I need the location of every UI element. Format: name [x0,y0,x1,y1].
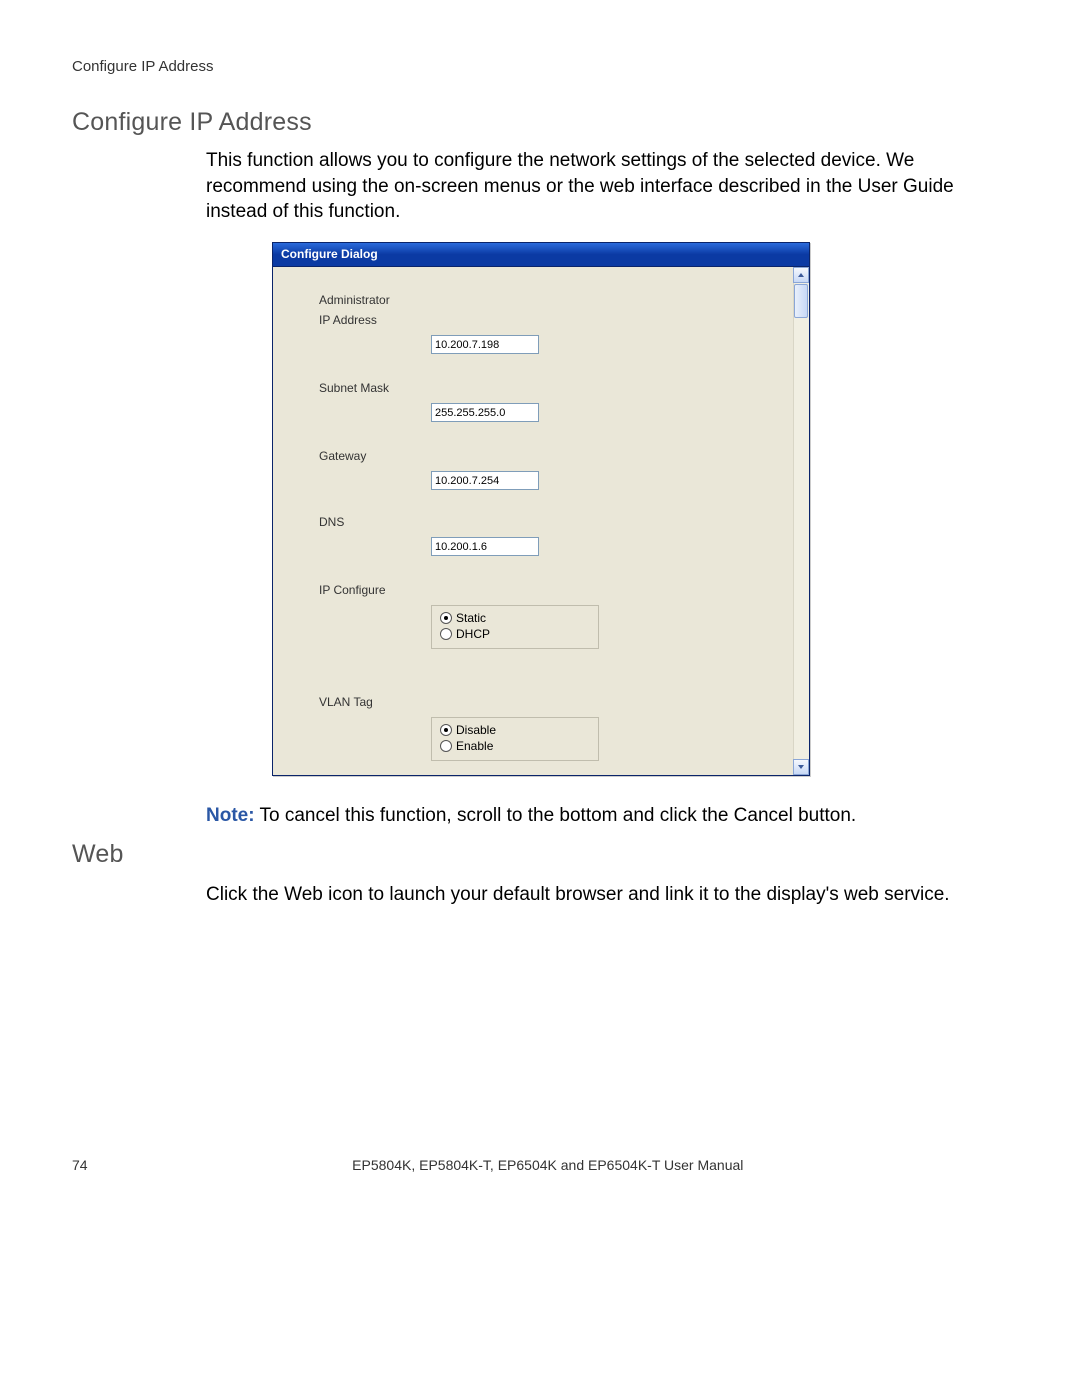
page-number: 74 [72,1157,88,1173]
input-dns[interactable] [431,537,539,556]
radio-dot-icon [440,612,452,624]
page-header-breadcrumb: Configure IP Address [72,58,213,75]
dialog-scrollbar[interactable] [793,267,809,775]
label-subnet-mask: Subnet Mask [319,381,389,395]
input-gateway[interactable] [431,471,539,490]
section-title-web: Web [72,840,124,869]
chevron-up-icon [797,271,805,279]
group-vlan-tag: Disable Enable [431,717,599,761]
label-gateway: Gateway [319,449,366,463]
group-ip-configure: Static DHCP [431,605,599,649]
input-subnet-mask[interactable] [431,403,539,422]
radio-static[interactable]: Static [440,610,590,626]
radio-static-label: Static [456,611,486,625]
input-ip-address[interactable] [431,335,539,354]
section-title-configure-ip: Configure IP Address [72,108,312,137]
note-text: To cancel this function, scroll to the b… [255,805,857,826]
label-administrator: Administrator [319,293,390,307]
label-dns: DNS [319,515,344,529]
radio-disable-label: Disable [456,723,496,737]
label-vlan-tag: VLAN Tag [319,695,373,709]
label-ip-address: IP Address [319,313,377,327]
page-footer: 74 EP5804K, EP5804K-T, EP6504K and EP650… [72,1157,1008,1173]
manual-page: Configure IP Address Configure IP Addres… [0,0,1080,1397]
section-description-configure-ip: This function allows you to configure th… [206,148,1008,225]
scroll-thumb[interactable] [794,284,808,318]
configure-dialog-window: Configure Dialog Administrator IP Addres… [272,242,810,776]
chevron-down-icon [797,763,805,771]
footer-doc-title: EP5804K, EP5804K-T, EP6504K and EP6504K-… [72,1157,1008,1173]
label-ip-configure: IP Configure [319,583,386,597]
section-description-web: Click the Web icon to launch your defaul… [206,882,1008,908]
radio-dot-icon [440,740,452,752]
radio-dot-icon [440,628,452,640]
scroll-up-button[interactable] [793,267,809,283]
scroll-down-button[interactable] [793,759,809,775]
radio-dhcp[interactable]: DHCP [440,626,590,642]
radio-enable-label: Enable [456,739,493,753]
note-label: Note: [206,805,255,826]
radio-dhcp-label: DHCP [456,627,490,641]
radio-disable[interactable]: Disable [440,722,590,738]
radio-enable[interactable]: Enable [440,738,590,754]
dialog-titlebar[interactable]: Configure Dialog [273,243,809,267]
dialog-title-text: Configure Dialog [281,247,378,261]
note-line: Note: To cancel this function, scroll to… [206,805,856,827]
dialog-body: Administrator IP Address Subnet Mask Gat… [273,267,809,775]
radio-dot-icon [440,724,452,736]
